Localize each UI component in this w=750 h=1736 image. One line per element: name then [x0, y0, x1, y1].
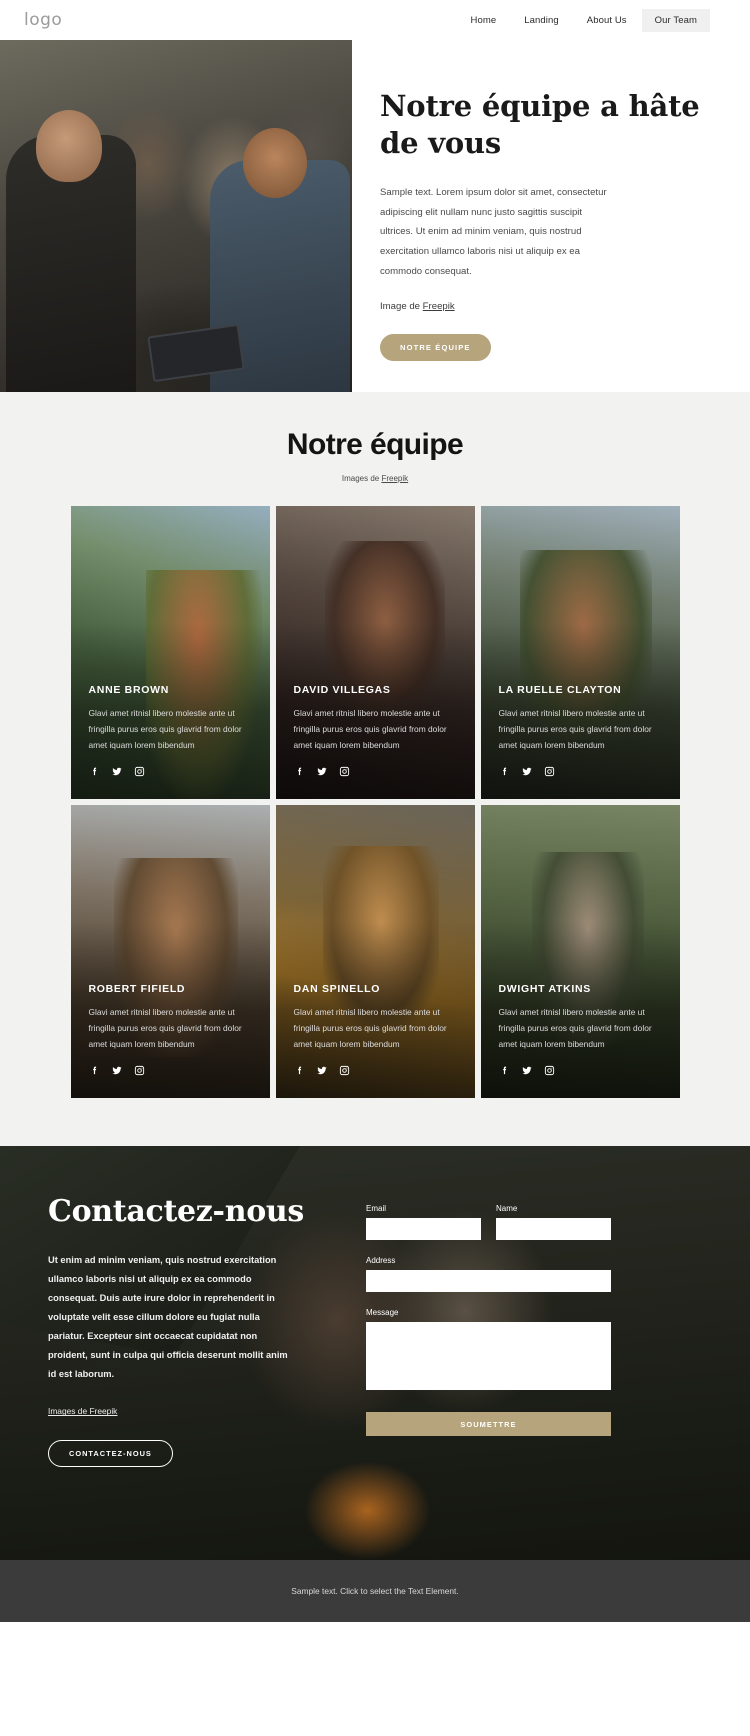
team-member-name: DAVID VILLEGAS: [293, 683, 391, 696]
message-textarea[interactable]: [366, 1322, 611, 1390]
hero-cta-button[interactable]: NOTRE ÉQUIPE: [380, 334, 491, 362]
site-footer: Sample text. Click to select the Text El…: [0, 1560, 750, 1622]
team-card-body: DAVID VILLEGAS Glavi amet ritnisl libero…: [294, 684, 463, 777]
twitter-icon[interactable]: [111, 1065, 123, 1076]
name-label: Name: [496, 1204, 518, 1213]
logo[interactable]: logo: [24, 10, 62, 30]
team-member-name: DAN SPINELLO: [293, 982, 381, 995]
email-field-group: Email: [366, 1204, 481, 1240]
team-member-description: Glavi amet ritnisl libero molestie ante …: [498, 707, 652, 750]
facebook-icon[interactable]: [294, 1065, 305, 1076]
hero-image-credit: Image de Freepik: [380, 301, 706, 312]
facebook-icon[interactable]: [89, 766, 100, 777]
site-header: logo Home Landing About Us Our Team: [0, 0, 750, 40]
hero-section: Notre équipe a hâte de vous Sample text.…: [0, 40, 750, 392]
main-nav: Home Landing About Us Our Team: [458, 8, 727, 32]
team-member-name: ROBERT FIFIELD: [88, 982, 186, 995]
contact-credit-prefix: Images de: [48, 1406, 90, 1417]
social-links: [499, 1065, 668, 1076]
instagram-icon[interactable]: [339, 1065, 350, 1076]
instagram-icon[interactable]: [134, 766, 145, 777]
team-section-title: Notre équipe: [286, 428, 464, 461]
team-member-description: Glavi amet ritnisl libero molestie ante …: [498, 1006, 652, 1049]
contact-form: Email Name Address Message SOUMETTRE: [366, 1194, 714, 1467]
social-links: [499, 766, 668, 777]
team-member-name: ANNE BROWN: [88, 683, 169, 696]
team-member-name: DWIGHT ATKINS: [498, 982, 592, 995]
team-member-name: LA RUELLE CLAYTON: [498, 683, 622, 696]
contact-images-credit: Images de Freepik: [48, 1406, 366, 1416]
instagram-icon[interactable]: [339, 766, 350, 777]
team-grid: ANNE BROWN Glavi amet ritnisl libero mol…: [0, 506, 750, 1098]
twitter-icon[interactable]: [316, 1065, 328, 1076]
team-card-body: DWIGHT ATKINS Glavi amet ritnisl libero …: [499, 983, 668, 1076]
message-field-group: Message: [366, 1308, 611, 1390]
submit-button[interactable]: SOUMETTRE: [366, 1412, 611, 1436]
team-card[interactable]: DAN SPINELLO Glavi amet ritnisl libero m…: [275, 805, 475, 1098]
twitter-icon[interactable]: [111, 766, 123, 777]
nav-item-home[interactable]: Home: [458, 9, 510, 32]
nav-item-about-us[interactable]: About Us: [574, 9, 640, 32]
team-member-description: Glavi amet ritnisl libero molestie ante …: [88, 707, 242, 750]
contact-section: Contactez-nous Ut enim ad minim veniam, …: [0, 1146, 750, 1560]
team-credit-link[interactable]: Freepik: [381, 474, 408, 483]
facebook-icon[interactable]: [89, 1065, 100, 1076]
team-card[interactable]: LA RUELLE CLAYTON Glavi amet ritnisl lib…: [480, 506, 680, 799]
twitter-icon[interactable]: [521, 766, 533, 777]
nav-item-landing[interactable]: Landing: [511, 9, 572, 32]
name-field-group: Name: [496, 1204, 611, 1240]
contact-paragraph: Ut enim ad minim veniam, quis nostrud ex…: [48, 1255, 288, 1380]
social-links: [294, 766, 463, 777]
instagram-icon[interactable]: [134, 1065, 145, 1076]
contact-cta-button[interactable]: CONTACTEZ-NOUS: [48, 1440, 173, 1468]
team-images-credit: Images de Freepik: [0, 474, 750, 483]
team-section: Notre équipe Images de Freepik ANNE BROW…: [0, 392, 750, 1146]
social-links: [89, 1065, 258, 1076]
team-member-description: Glavi amet ritnisl libero molestie ante …: [293, 707, 447, 750]
team-member-description: Glavi amet ritnisl libero molestie ante …: [293, 1006, 447, 1049]
team-card[interactable]: ROBERT FIFIELD Glavi amet ritnisl libero…: [70, 805, 270, 1098]
message-label: Message: [366, 1308, 399, 1317]
address-label: Address: [366, 1256, 396, 1265]
footer-text: Sample text. Click to select the Text El…: [291, 1586, 459, 1596]
instagram-icon[interactable]: [544, 766, 555, 777]
hero-text-block: Notre équipe a hâte de vous Sample text.…: [352, 40, 750, 392]
facebook-icon[interactable]: [499, 766, 510, 777]
form-row-email-name: Email Name: [366, 1204, 714, 1256]
contact-text-block: Contactez-nous Ut enim ad minim veniam, …: [48, 1194, 366, 1468]
twitter-icon[interactable]: [521, 1065, 533, 1076]
hero-credit-link[interactable]: Freepik: [423, 301, 455, 312]
team-card[interactable]: DWIGHT ATKINS Glavi amet ritnisl libero …: [480, 805, 680, 1098]
hero-title: Notre équipe a hâte de vous: [380, 89, 700, 160]
contact-title: Contactez-nous: [48, 1194, 305, 1229]
team-card-body: LA RUELLE CLAYTON Glavi amet ritnisl lib…: [499, 684, 668, 777]
email-input[interactable]: [366, 1218, 481, 1240]
hero-image: [0, 40, 352, 392]
hero-paragraph: Sample text. Lorem ipsum dolor sit amet,…: [380, 187, 607, 277]
team-card[interactable]: ANNE BROWN Glavi amet ritnisl libero mol…: [70, 506, 270, 799]
facebook-icon[interactable]: [499, 1065, 510, 1076]
name-input[interactable]: [496, 1218, 611, 1240]
instagram-icon[interactable]: [544, 1065, 555, 1076]
team-card-body: DAN SPINELLO Glavi amet ritnisl libero m…: [294, 983, 463, 1076]
twitter-icon[interactable]: [316, 766, 328, 777]
address-field-group: Address: [366, 1256, 611, 1292]
address-input[interactable]: [366, 1270, 611, 1292]
social-links: [294, 1065, 463, 1076]
hero-credit-prefix: Image de: [380, 301, 423, 313]
team-credit-prefix: Images de: [341, 474, 382, 483]
contact-credit-link[interactable]: Freepik: [89, 1406, 117, 1416]
team-card-body: ANNE BROWN Glavi amet ritnisl libero mol…: [89, 684, 258, 777]
facebook-icon[interactable]: [294, 766, 305, 777]
social-links: [89, 766, 258, 777]
team-member-description: Glavi amet ritnisl libero molestie ante …: [88, 1006, 242, 1049]
team-card-body: ROBERT FIFIELD Glavi amet ritnisl libero…: [89, 983, 258, 1076]
nav-item-our-team[interactable]: Our Team: [641, 8, 710, 32]
hero-person-right-head: [243, 128, 307, 198]
email-label: Email: [366, 1204, 387, 1213]
contact-inner: Contactez-nous Ut enim ad minim veniam, …: [0, 1146, 750, 1468]
team-card[interactable]: DAVID VILLEGAS Glavi amet ritnisl libero…: [275, 506, 475, 799]
hero-person-left-head: [36, 110, 102, 182]
